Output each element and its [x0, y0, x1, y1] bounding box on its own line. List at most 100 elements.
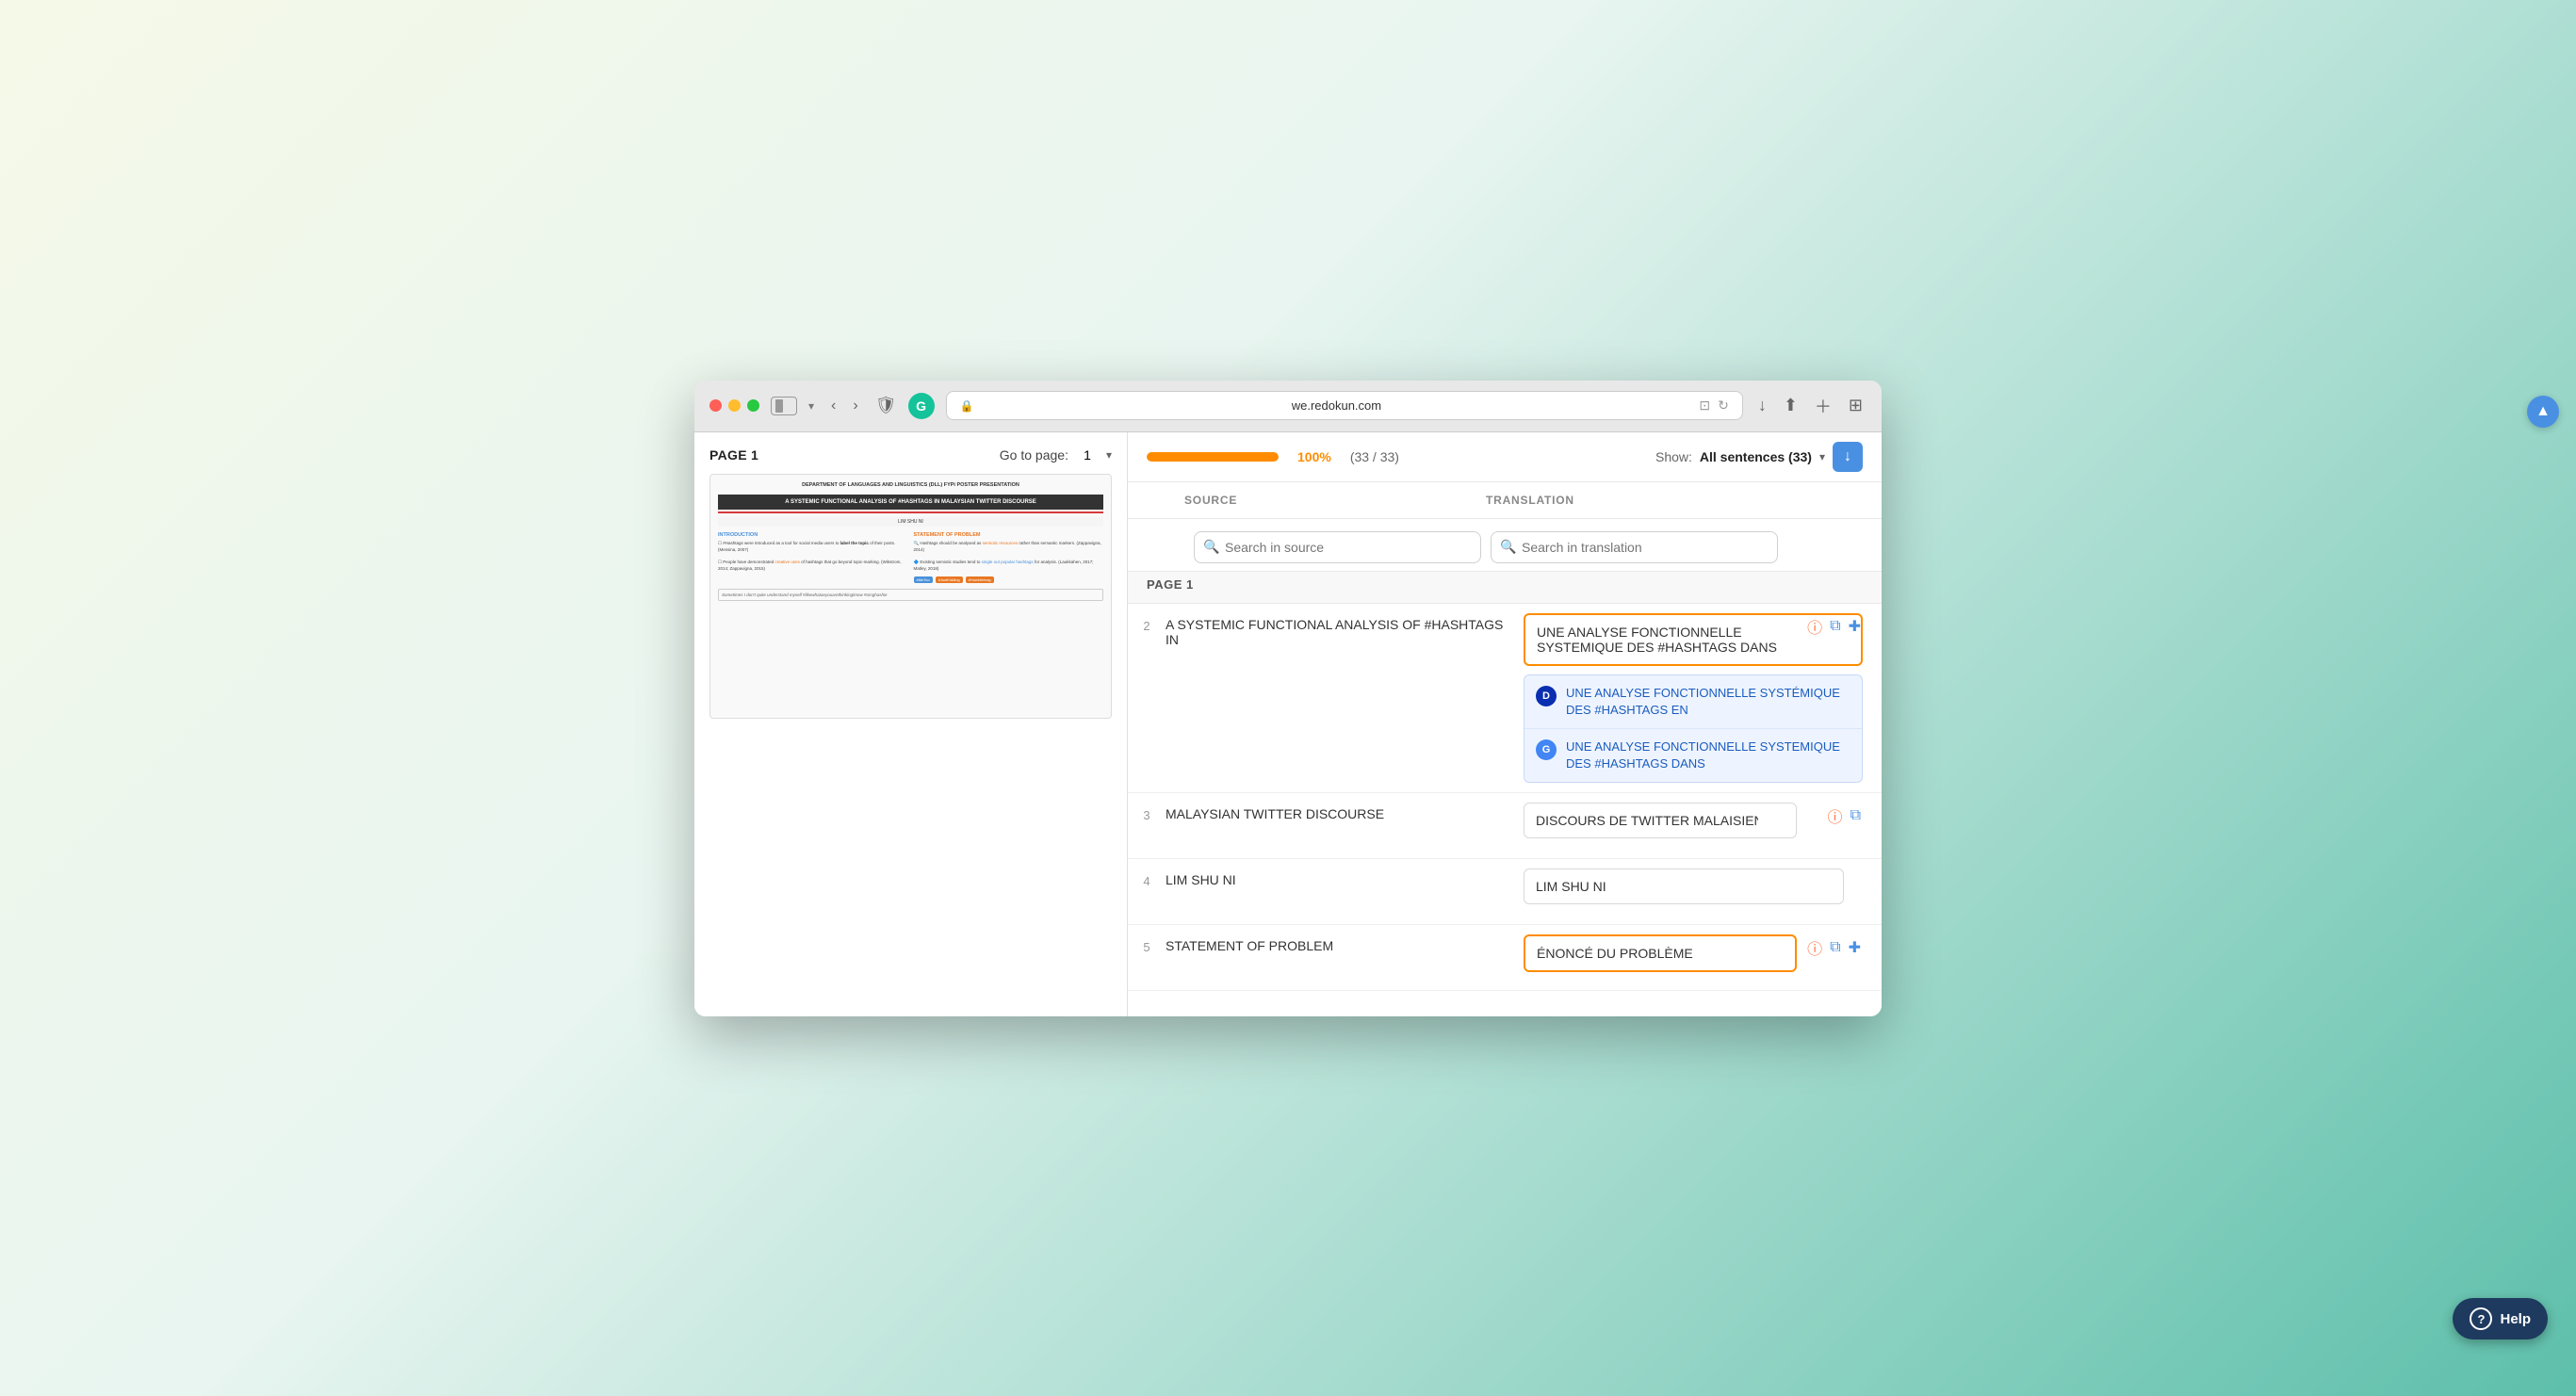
- suggestion-text: UNE ANALYSE FONCTIONNELLE SYSTÉMIQUE DES…: [1566, 685, 1850, 719]
- suggestion-item[interactable]: G UNE ANALYSE FONCTIONNELLE SYSTEMIQUE D…: [1524, 729, 1862, 782]
- address-bar[interactable]: 🔒 we.redokun.com ⊡ ↻: [946, 391, 1743, 420]
- source-cell: STATEMENT OF PROBLEM: [1166, 925, 1524, 990]
- lock-icon: 🔒: [960, 399, 974, 413]
- browser-window: ▾ ‹ › 🛡 G 🔒 we.redokun.com ⊡ ↻ ↓ ⬆ ＋ ⊞ P…: [694, 381, 1882, 1016]
- source-cell: MALAYSIAN TWITTER DISCOURSE: [1166, 793, 1524, 858]
- hashtag-justkidding: #JustKidding: [936, 576, 963, 583]
- forward-button[interactable]: ›: [847, 394, 863, 418]
- google-icon: G: [1536, 739, 1557, 760]
- translation-input[interactable]: [1524, 803, 1797, 838]
- new-tab-button[interactable]: ＋: [1811, 390, 1835, 422]
- chevron-down-icon[interactable]: ▾: [1106, 448, 1112, 462]
- share-button[interactable]: ⬆: [1780, 392, 1802, 419]
- source-cell: A SYSTEMIC FUNCTIONAL ANALYSIS OF #HASHT…: [1166, 604, 1524, 660]
- table-row: 2 A SYSTEMIC FUNCTIONAL ANALYSIS OF #HAS…: [1128, 604, 1882, 794]
- search-source-input[interactable]: [1194, 531, 1481, 563]
- check-button[interactable]: ✚: [1847, 613, 1863, 640]
- right-panel: 100% (33 / 33) Show: All sentences (33) …: [1128, 432, 1882, 1016]
- doc-title: A SYSTEMIC FUNCTIONAL ANALYSIS OF #HASHT…: [718, 495, 1103, 510]
- show-value[interactable]: All sentences (33): [1700, 449, 1812, 464]
- show-label: Show:: [1655, 449, 1692, 464]
- doc-hashtags: #MeToo #JustKidding #Humblebrag: [914, 576, 1104, 583]
- document-thumbnail: DEPARTMENT OF LANGUAGES AND LINGUISTICS …: [709, 474, 1112, 719]
- goto-page-input[interactable]: [1076, 447, 1099, 463]
- doc-columns: INTRODUCTION ☐ #Hashtags were introduced…: [718, 532, 1103, 583]
- progress-bar-fill: [1147, 452, 1279, 462]
- translation-input[interactable]: [1524, 868, 1844, 904]
- cell-actions: ⓘ ⧉: [1826, 803, 1863, 829]
- copy-button[interactable]: ⧉: [1849, 803, 1863, 829]
- translation-cell[interactable]: ⓘ ⧉ ✚: [1524, 925, 1882, 990]
- help-button[interactable]: ? Help: [2453, 1298, 2548, 1339]
- deepl-icon: D: [1536, 686, 1557, 706]
- show-control: Show: All sentences (33) ▾ ↓: [1655, 442, 1863, 472]
- copy-button[interactable]: ⧉: [1828, 613, 1842, 640]
- cell-actions: ⓘ ⧉ ✚: [1805, 613, 1863, 640]
- suggestion-text: UNE ANALYSE FONCTIONNELLE SYSTEMIQUE DES…: [1566, 739, 1850, 772]
- doc-problem-col: STATEMENT OF PROBLEM 🔍 Hashtags should b…: [914, 532, 1104, 583]
- app-content: PAGE 1 Go to page: ▾ DEPARTMENT OF LANGU…: [694, 432, 1882, 1016]
- search-row: 🔍 🔍: [1128, 524, 1882, 572]
- help-icon: ?: [2470, 1307, 2492, 1330]
- traffic-light-green[interactable]: [747, 399, 759, 412]
- search-translation-input[interactable]: [1491, 531, 1778, 563]
- doc-problem-title: STATEMENT OF PROBLEM: [914, 532, 1104, 538]
- translation-cell[interactable]: UNE ANALYSE FONCTIONNELLE SYSTEMIQUE DES…: [1524, 604, 1882, 793]
- warning-button[interactable]: ⓘ: [1805, 934, 1824, 961]
- suggestion-item[interactable]: D UNE ANALYSE FONCTIONNELLE SYSTÉMIQUE D…: [1524, 675, 1862, 729]
- goto-page: Go to page: ▾: [1000, 447, 1112, 463]
- page-section-header: PAGE 1: [1128, 567, 1882, 604]
- row-number: 3: [1128, 793, 1166, 858]
- download-button[interactable]: ↓: [1833, 442, 1863, 472]
- warning-button[interactable]: ⓘ: [1826, 803, 1845, 829]
- translation-search-wrapper: 🔍: [1491, 531, 1778, 563]
- col-source-header: SOURCE: [1184, 494, 1486, 507]
- doc-problem-text: 🔍 Hashtags should be analysed as semioti…: [914, 541, 1104, 573]
- traffic-light-red[interactable]: [709, 399, 722, 412]
- doc-subtitle-bar: [718, 511, 1103, 513]
- translation-cell[interactable]: [1524, 859, 1882, 924]
- reload-button[interactable]: ↻: [1718, 398, 1729, 414]
- grid-button[interactable]: ⊞: [1845, 392, 1867, 419]
- col-translation-header: TRANSLATION: [1486, 494, 1787, 507]
- translation-cell[interactable]: ⓘ ⧉: [1524, 793, 1882, 858]
- row-number: 5: [1128, 925, 1166, 990]
- doc-intro-text: ☐ #Hashtags were introduced as a tool fo…: [718, 541, 908, 573]
- hashtag-humblebrag: #Humblebrag: [966, 576, 994, 583]
- doc-bottom-text: Sometimes I don't quite understand mysel…: [718, 589, 1103, 601]
- show-chevron-icon[interactable]: ▾: [1819, 450, 1825, 463]
- doc-intro-col: INTRODUCTION ☐ #Hashtags were introduced…: [718, 532, 908, 583]
- progress-percent: 100%: [1297, 449, 1331, 464]
- download-manager-button[interactable]: ↓: [1754, 392, 1770, 419]
- doc-intro-title: INTRODUCTION: [718, 532, 908, 538]
- browser-chrome: ▾ ‹ › 🛡 G 🔒 we.redokun.com ⊡ ↻ ↓ ⬆ ＋ ⊞: [694, 381, 1882, 432]
- table-header: SOURCE TRANSLATION: [1128, 482, 1882, 519]
- traffic-light-yellow[interactable]: [728, 399, 741, 412]
- grammarly-icon[interactable]: G: [908, 393, 935, 419]
- browser-nav: ‹ ›: [825, 394, 864, 418]
- progress-bar: [1147, 452, 1279, 462]
- download-icon: ↓: [1844, 448, 1851, 465]
- doc-header: DEPARTMENT OF LANGUAGES AND LINGUISTICS …: [718, 482, 1103, 490]
- doc-author: LIM SHU NI: [718, 517, 1103, 527]
- back-button[interactable]: ‹: [825, 394, 841, 418]
- row-number: 2: [1128, 604, 1166, 633]
- copy-button[interactable]: ⧉: [1828, 934, 1842, 961]
- traffic-lights: [709, 399, 759, 412]
- translation-area[interactable]: SOURCE TRANSLATION 🔍 🔍: [1128, 482, 1882, 1016]
- translation-input[interactable]: [1524, 934, 1797, 972]
- help-label: Help: [2500, 1311, 2531, 1327]
- browser-url: we.redokun.com: [982, 398, 1692, 413]
- suggestions-panel: D UNE ANALYSE FONCTIONNELLE SYSTÉMIQUE D…: [1524, 674, 1863, 784]
- search-translation-icon: 🔍: [1500, 539, 1516, 555]
- check-button[interactable]: ✚: [1847, 934, 1863, 961]
- left-panel-header: PAGE 1 Go to page: ▾: [709, 447, 1112, 463]
- sidebar-toggle-button[interactable]: [771, 397, 797, 415]
- source-search-wrapper: 🔍: [1194, 531, 1481, 563]
- page-label: PAGE 1: [709, 447, 758, 463]
- goto-label: Go to page:: [1000, 447, 1068, 463]
- scroll-up-button[interactable]: ▲: [2527, 396, 2559, 428]
- row-number: 4: [1128, 859, 1166, 924]
- top-bar: 100% (33 / 33) Show: All sentences (33) …: [1128, 432, 1882, 482]
- warning-button[interactable]: ⓘ: [1805, 613, 1824, 640]
